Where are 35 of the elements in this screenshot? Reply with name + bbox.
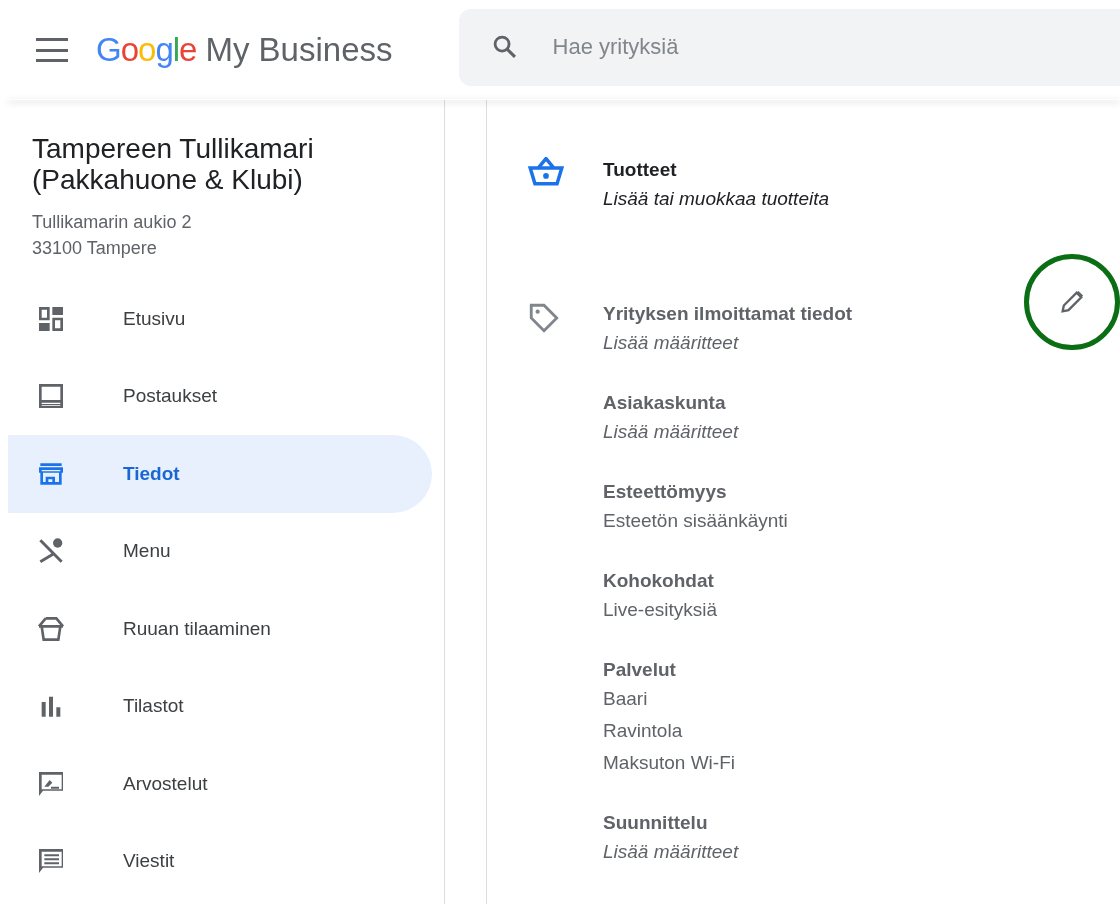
attribute-value: Maksuton Wi-Fi bbox=[603, 751, 735, 775]
attribute-value: Ravintola bbox=[603, 719, 683, 743]
nav-item[interactable]: Tiedot bbox=[8, 435, 432, 513]
nav-item[interactable]: Menu bbox=[8, 512, 432, 590]
edit-button[interactable] bbox=[1024, 254, 1120, 350]
nav-item[interactable]: Etusivu bbox=[8, 280, 432, 358]
add-attributes-link[interactable]: Lisää määritteet bbox=[603, 327, 739, 359]
attribute-title: Palvelut bbox=[603, 658, 677, 682]
attribute-value: Live-esityksiä bbox=[603, 598, 718, 622]
nav-item[interactable]: Arvostelut bbox=[8, 745, 432, 823]
attribute-title: Asiakaskunta bbox=[603, 391, 727, 415]
product-name: My Business bbox=[205, 31, 393, 69]
attribute-title: Kohokohdat bbox=[603, 569, 715, 593]
business-name: Tampereen Tullikamari (Pakkahuone & Klubi) bbox=[32, 133, 315, 195]
nav-item[interactable]: Viestit bbox=[8, 822, 432, 900]
address-line: 33100 Tampere bbox=[32, 237, 157, 260]
nav-item[interactable]: Tilastot bbox=[8, 667, 432, 745]
attribute-title: Yrityksen ilmoittamat tiedot bbox=[603, 302, 853, 326]
logo: Google bbox=[96, 31, 197, 69]
add-attributes-link[interactable]: Lisää määritteet bbox=[603, 416, 739, 448]
attribute-title: Suunnittelu bbox=[603, 811, 709, 835]
menu-icon[interactable] bbox=[36, 38, 68, 62]
attribute-value: Baari bbox=[603, 687, 648, 711]
search-field[interactable]: Hae yrityksiä bbox=[458, 8, 1120, 86]
tag-icon bbox=[527, 301, 561, 335]
section-title: Tuotteet bbox=[603, 158, 678, 182]
add-attributes-link[interactable]: Lisää määritteet bbox=[603, 836, 739, 868]
nav-item[interactable]: Ruuan tilaaminen bbox=[8, 590, 432, 668]
attribute-title: Esteettömyys bbox=[603, 480, 728, 504]
basket-icon bbox=[527, 157, 565, 187]
section-link[interactable]: Lisää tai muokkaa tuotteita bbox=[603, 183, 830, 215]
attribute-value: Esteetön sisäänkäynti bbox=[603, 509, 788, 533]
nav-item[interactable]: Postaukset bbox=[8, 357, 432, 435]
pencil-icon bbox=[1058, 288, 1086, 316]
address-line: Tullikamarin aukio 2 bbox=[32, 211, 192, 234]
